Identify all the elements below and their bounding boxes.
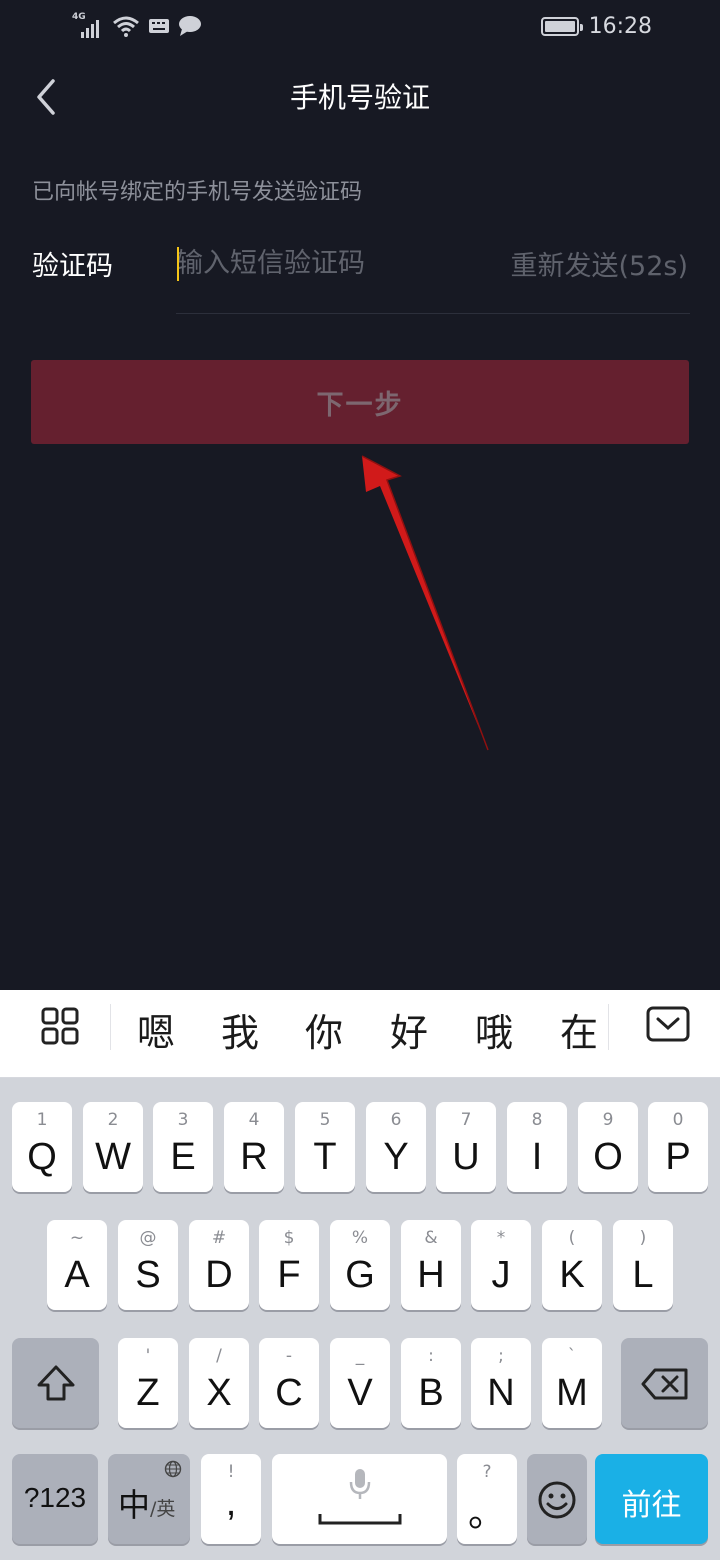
key-w[interactable]: 2W (83, 1102, 143, 1192)
text-cursor (177, 247, 179, 281)
sent-hint-text: 已向帐号绑定的手机号发送验证码 (32, 180, 363, 205)
key-z[interactable]: ' Z (118, 1338, 178, 1428)
annotation-arrow (361, 455, 489, 751)
wifi-icon (113, 16, 139, 37)
verification-code-input[interactable] (176, 236, 496, 290)
key-v[interactable]: _ V (330, 1338, 390, 1428)
key-c[interactable]: -C (259, 1338, 319, 1428)
candidate-divider (608, 1004, 609, 1050)
candidate-word[interactable]: 在 (560, 1002, 598, 1057)
period-key[interactable]: ?。 (457, 1454, 517, 1544)
battery-icon (540, 17, 583, 36)
candidate-divider (110, 1004, 111, 1050)
go-key[interactable]: 前往 (595, 1454, 708, 1544)
space-key[interactable] (272, 1454, 447, 1544)
language-main-label: 中 (118, 1486, 151, 1524)
comma-key[interactable]: !, (201, 1454, 261, 1544)
key-a[interactable]: ~ A (47, 1220, 107, 1310)
key-o[interactable]: 9O (578, 1102, 638, 1192)
key-d[interactable]: # D (189, 1220, 249, 1310)
key-m[interactable]: ` M (542, 1338, 602, 1428)
next-step-button[interactable]: 下一步 (31, 360, 689, 444)
key-y[interactable]: 6Y (366, 1102, 426, 1192)
verification-code-label: 验证码 (32, 251, 113, 282)
globe-icon (164, 1460, 182, 1478)
keyboard-collapse-icon[interactable] (646, 1006, 690, 1042)
backspace-key[interactable] (621, 1338, 708, 1428)
candidate-word[interactable]: 你 (305, 1002, 343, 1057)
key-g[interactable]: % G (330, 1220, 390, 1310)
candidate-word[interactable]: 嗯 (137, 1002, 175, 1057)
key-r[interactable]: 4R (224, 1102, 284, 1192)
key-u[interactable]: 7U (436, 1102, 496, 1192)
status-right: 16:28 (540, 14, 652, 39)
key-t[interactable]: 5T (295, 1102, 355, 1192)
key-f[interactable]: $ F (259, 1220, 319, 1310)
candidate-word[interactable]: 好 (390, 1002, 428, 1057)
status-time: 16:28 (588, 14, 652, 39)
shift-key[interactable] (12, 1338, 99, 1428)
backspace-icon (641, 1368, 688, 1400)
candidate-word[interactable]: 我 (221, 1002, 259, 1057)
key-j[interactable]: * J (471, 1220, 531, 1310)
candidate-word[interactable]: 哦 (475, 1002, 513, 1057)
key-q[interactable]: 1Q (12, 1102, 72, 1192)
key-l[interactable]: ) L (613, 1220, 673, 1310)
status-left: 4G (72, 12, 202, 38)
shift-icon (37, 1365, 75, 1401)
emoji-key[interactable] (527, 1454, 587, 1544)
language-switch-key[interactable]: 中 /英 (108, 1454, 190, 1544)
key-b[interactable]: :B (401, 1338, 461, 1428)
microphone-icon (349, 1469, 371, 1499)
key-h[interactable]: & H (401, 1220, 461, 1310)
grid-icon[interactable] (40, 1006, 80, 1046)
input-divider (176, 313, 690, 314)
key-k[interactable]: (K (542, 1220, 602, 1310)
key-n[interactable]: ; N (471, 1338, 531, 1428)
page-title: 手机号验证 (289, 81, 430, 114)
status-bar: 4G 16:28 (0, 0, 720, 56)
key-s[interactable]: @ S (118, 1220, 178, 1310)
key-e[interactable]: 3E (153, 1102, 213, 1192)
keyboard-notification-icon (149, 19, 169, 33)
app-screen: 4G 16:28 手机号验证 已向帐号绑定的手机号发送验证码 验证码 输入短信验… (0, 0, 720, 1560)
key-p[interactable]: 0P (648, 1102, 708, 1192)
emoji-icon (538, 1481, 576, 1519)
resend-button[interactable]: 重新发送(52s) (511, 244, 689, 283)
number-switch-key[interactable]: ?123 (12, 1454, 98, 1544)
key-x[interactable]: / X (189, 1338, 249, 1428)
space-bar-icon (318, 1514, 402, 1525)
message-notification-icon (179, 16, 201, 36)
soft-keyboard: 1Q 2W 3E 4R 5T 6Y 7U 8I 9O 0P ~ A @ S # D $… (0, 1078, 720, 1560)
key-i[interactable]: 8I (507, 1102, 567, 1192)
candidate-bar: 嗯 我 你 好 哦 在 (0, 990, 720, 1078)
cellular-signal-icon: 4G (72, 12, 104, 38)
language-alt-label: /英 (150, 1498, 176, 1520)
